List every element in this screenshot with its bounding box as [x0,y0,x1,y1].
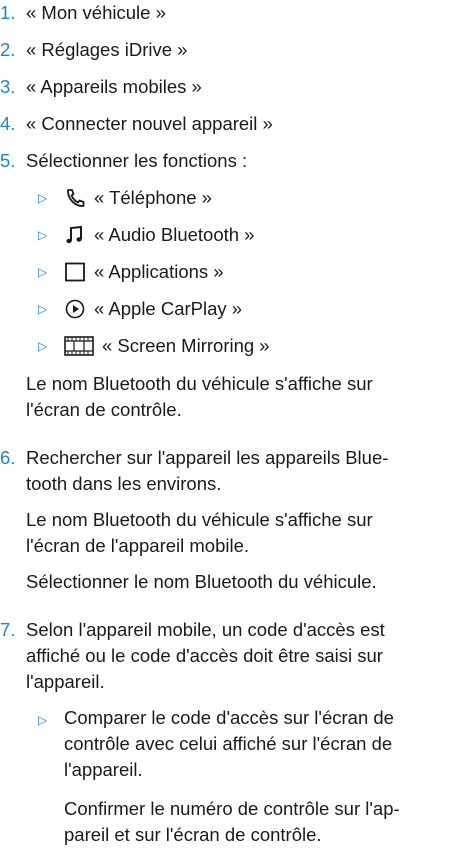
step-text-line-1: Rechercher sur l'appareil les appareils … [26,447,389,468]
bullet-marker: ▷ [38,228,48,242]
step-number: 3. [0,76,16,97]
bullet-marker: ▷ [38,713,48,727]
square-icon [64,261,88,283]
function-item-applications: ▷ « Applications » [38,259,224,285]
function-label: « Apple CarPlay » [94,298,243,319]
step-text: « Connecter nouvel appareil » [26,113,273,134]
function-item-screen-mirroring: ▷ « Screen Mirroring » [38,333,270,359]
step-text-line-2: affiché ou le code d'accès doit être sai… [26,645,383,666]
step-number: 2. [0,39,16,60]
function-item-audio-bluetooth: ▷ « Audio Bluetooth » [38,222,254,248]
step-text: « Réglages iDrive » [26,39,188,60]
function-label: « Téléphone » [94,187,212,208]
step-text: « Appareils mobiles » [26,76,202,97]
function-label: « Audio Bluetooth » [94,224,255,245]
step-6-note-2: Sélectionner le nom Bluetooth du véhicul… [26,571,377,592]
step-7-sub-note-line-1: Confirmer le numéro de contrôle sur l'ap… [64,798,400,819]
step-number: 1. [0,2,16,23]
step-6-note-1-line-2: l'écran de l'appareil mobile. [26,535,250,556]
phone-icon [64,187,88,209]
play-circle-icon [64,298,88,320]
step-number: 4. [0,113,16,134]
step-text-line-1: Selon l'appareil mobile, un code d'accès… [26,619,385,640]
music-note-icon [64,224,88,246]
function-item-telephone: ▷ « Téléphone » [38,185,212,211]
step-text-line-3: l'appareil. [26,671,105,692]
bullet-marker: ▷ [38,265,48,279]
bullet-marker: ▷ [38,191,48,205]
function-item-apple-carplay: ▷ « Apple CarPlay » [38,296,242,322]
bullet-marker: ▷ [38,302,48,316]
step-7-sub-note-line-2: pareil et sur l'écran de contrôle. [64,824,322,845]
step-7-sub-item: ▷ [38,705,64,733]
step-number: 7. [0,619,16,640]
film-icon [64,335,96,357]
step-7-sub-line-1: Comparer le code d'accès sur l'écran de [64,707,394,728]
step-5-note-line-1: Le nom Bluetooth du véhicule s'affiche s… [26,373,373,394]
function-label: « Screen Mirroring » [102,335,270,356]
step-text-line-2: tooth dans les environs. [26,473,222,494]
step-5-note-line-2: l'écran de contrôle. [26,399,182,420]
instruction-page: 1. « Mon véhicule » 2. « Réglages iDrive… [0,0,472,860]
bullet-marker: ▷ [38,339,48,353]
step-6-note-1-line-1: Le nom Bluetooth du véhicule s'affiche s… [26,509,373,530]
step-7-sub-line-3: l'appareil. [64,759,143,780]
function-label: « Applications » [94,261,224,282]
step-number: 6. [0,447,16,468]
step-number: 5. [0,150,16,171]
step-text: « Mon véhicule » [26,2,166,23]
step-7-sub-line-2: contrôle avec celui affiché sur l'écran … [64,733,393,754]
step-text: Sélectionner les fonctions : [26,150,248,171]
